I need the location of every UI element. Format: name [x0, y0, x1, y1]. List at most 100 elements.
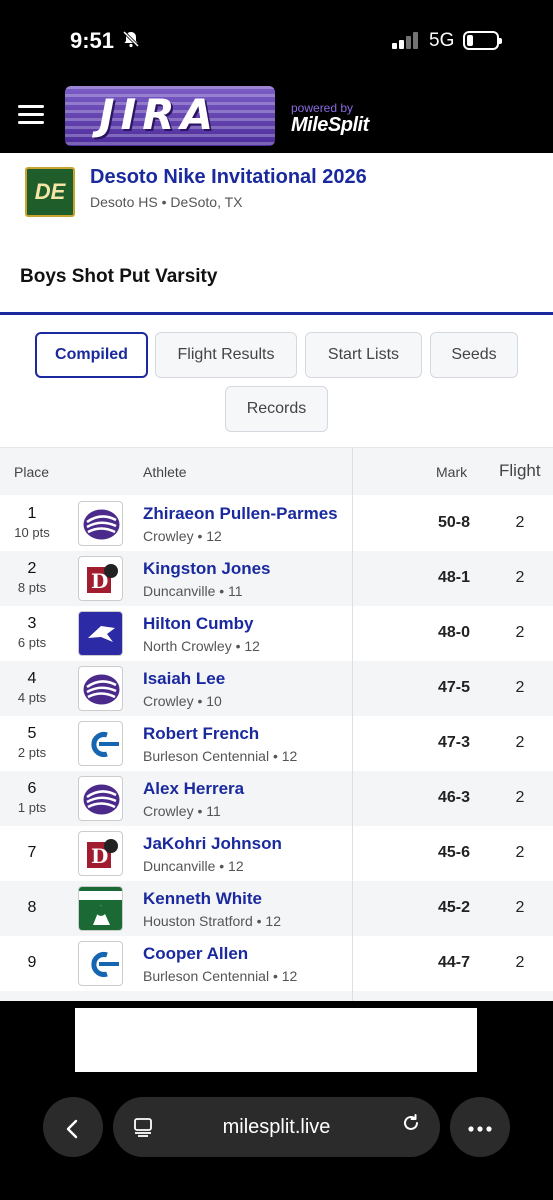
bell-slash-icon — [122, 30, 140, 53]
address-bar[interactable]: milesplit.live — [113, 1097, 440, 1157]
mark-value: 44-7 — [437, 954, 470, 971]
team-logo — [78, 721, 123, 766]
athlete-team: Burleson Centennial • 12 — [143, 968, 298, 984]
tab-flight-results[interactable]: Flight Results — [155, 332, 297, 378]
athlete-name[interactable]: Cooper Allen — [143, 944, 248, 964]
table-row[interactable]: 5 2 pts Robert French Burleson Centennial •… — [0, 716, 553, 771]
athlete-name[interactable]: Robert French — [143, 724, 259, 744]
athlete-name[interactable]: Isaiah Lee — [143, 669, 225, 689]
flight-value: 2 — [515, 624, 525, 641]
place-cell: 9 — [0, 954, 64, 972]
table-row[interactable]: 9 Cooper Allen Burleson Centennial • 12 44-… — [0, 936, 553, 991]
place-cell: 4 4 pts — [0, 670, 64, 705]
mark-value: 47-3 — [437, 734, 470, 751]
status-bar: 9:51 5G — [0, 0, 553, 80]
menu-icon[interactable] — [18, 105, 44, 125]
athlete-team: Duncanville • 12 — [143, 858, 244, 874]
athlete-name[interactable]: Hilton Cumby — [143, 614, 254, 634]
place-cell: 7 — [0, 844, 64, 862]
jira-logo-text: JIRA — [99, 90, 220, 139]
place-number: 9 — [27, 954, 37, 971]
table-row[interactable]: 3 6 pts Hilton Cumby North Crowley • 12 48-0… — [0, 606, 553, 661]
mark-value: 48-0 — [437, 624, 470, 641]
mark-value: 46-3 — [437, 789, 470, 806]
place-number: 8 — [27, 899, 37, 916]
header-flight: Flight — [499, 461, 541, 480]
table-row[interactable]: 6 1 pts Alex Herrera Crowley • 11 46-3 2 — [0, 771, 553, 826]
team-logo — [78, 941, 123, 986]
flight-value: 2 — [515, 569, 525, 586]
chevron-left-icon — [62, 1111, 84, 1142]
table-row[interactable]: 7 D JaKohri Johnson Duncanville • 12 45-6 2 — [0, 826, 553, 881]
header-athlete: Athlete — [143, 464, 187, 480]
results-table-header: Place Athlete Mark Flight — [0, 447, 553, 495]
team-logo — [78, 886, 123, 931]
mark-value: 45-6 — [437, 844, 470, 861]
place-number: 7 — [27, 844, 37, 861]
team-logo — [78, 611, 123, 656]
section-divider — [0, 312, 553, 315]
reload-icon[interactable] — [400, 1112, 422, 1140]
place-points: 6 pts — [17, 635, 47, 650]
ad-banner[interactable] — [75, 1008, 477, 1072]
athlete-team: Houston Stratford • 12 — [143, 913, 281, 929]
back-button[interactable] — [43, 1097, 103, 1157]
athlete-team: Crowley • 10 — [143, 693, 222, 709]
signal-icon — [392, 31, 420, 49]
athlete-team: Burleson Centennial • 12 — [143, 748, 298, 764]
athlete-name[interactable]: Kenneth White — [143, 889, 262, 909]
flight-value: 2 — [515, 844, 525, 861]
milesplit-logo[interactable]: MileSplit — [291, 114, 369, 137]
athlete-name[interactable]: Kingston Jones — [143, 559, 271, 579]
flight-value: 2 — [515, 734, 525, 751]
place-number: 1 — [27, 505, 37, 522]
column-divider — [352, 447, 353, 1001]
athlete-team: Duncanville • 11 — [143, 583, 243, 599]
athlete-name[interactable]: Alex Herrera — [143, 779, 244, 799]
tab-start-lists[interactable]: Start Lists — [305, 332, 422, 378]
mark-value: 45-2 — [437, 899, 470, 916]
mark-value: 50-8 — [437, 514, 470, 531]
more-button[interactable] — [450, 1097, 510, 1157]
team-logo — [78, 501, 123, 546]
event-title: Boys Shot Put Varsity — [20, 266, 218, 287]
jira-logo[interactable]: JIRA — [65, 86, 275, 146]
tab-records[interactable]: Records — [225, 386, 328, 432]
place-points: 1 pts — [17, 800, 47, 815]
header-mark: Mark — [436, 464, 468, 480]
mark-value: 48-1 — [437, 569, 470, 586]
site-header: JIRA powered by MileSplit — [0, 80, 553, 153]
mark-value: 47-5 — [437, 679, 470, 696]
athlete-name[interactable]: Zhiraeon Pullen-Parmes — [143, 504, 338, 524]
place-number: 4 — [27, 670, 37, 687]
main-content: DE Desoto Nike Invitational 2026 Desoto … — [0, 153, 553, 1001]
table-row[interactable]: 2 8 pts D Kingston Jones Duncanville • 11 48-… — [0, 551, 553, 606]
place-cell: 8 — [0, 899, 64, 917]
table-row[interactable]: 1 10 pts Zhiraeon Pullen-Parmes Crowley • 1… — [0, 496, 553, 551]
place-cell: 6 1 pts — [0, 780, 64, 815]
team-logo — [78, 776, 123, 821]
place-points: 10 pts — [14, 525, 50, 540]
athlete-name[interactable]: JaKohri Johnson — [143, 834, 282, 854]
place-cell: 2 8 pts — [0, 560, 64, 595]
battery-icon — [463, 31, 502, 50]
team-logo: D — [78, 556, 123, 601]
url-text: milesplit.live — [222, 1116, 331, 1138]
table-row[interactable]: 4 4 pts Isaiah Lee Crowley • 10 47-5 2 — [0, 661, 553, 716]
meet-logo: DE — [25, 167, 75, 217]
network-type: 5G — [429, 30, 455, 51]
tab-compiled[interactable]: Compiled — [35, 332, 148, 378]
place-number: 2 — [27, 560, 37, 577]
table-row[interactable] — [0, 991, 553, 1001]
tab-seeds[interactable]: Seeds — [430, 332, 518, 378]
place-points: 8 pts — [17, 580, 47, 595]
athlete-team: Crowley • 11 — [143, 803, 221, 819]
place-cell: 5 2 pts — [0, 725, 64, 760]
place-cell: 1 10 pts — [0, 505, 64, 540]
powered-by-label: powered by — [291, 101, 354, 115]
team-logo — [78, 666, 123, 711]
meet-title[interactable]: Desoto Nike Invitational 2026 — [90, 166, 367, 189]
table-row[interactable]: 8 Kenneth White Houston Stratford • 12 45-2… — [0, 881, 553, 936]
athlete-team: North Crowley • 12 — [143, 638, 260, 654]
place-number: 5 — [27, 725, 37, 742]
